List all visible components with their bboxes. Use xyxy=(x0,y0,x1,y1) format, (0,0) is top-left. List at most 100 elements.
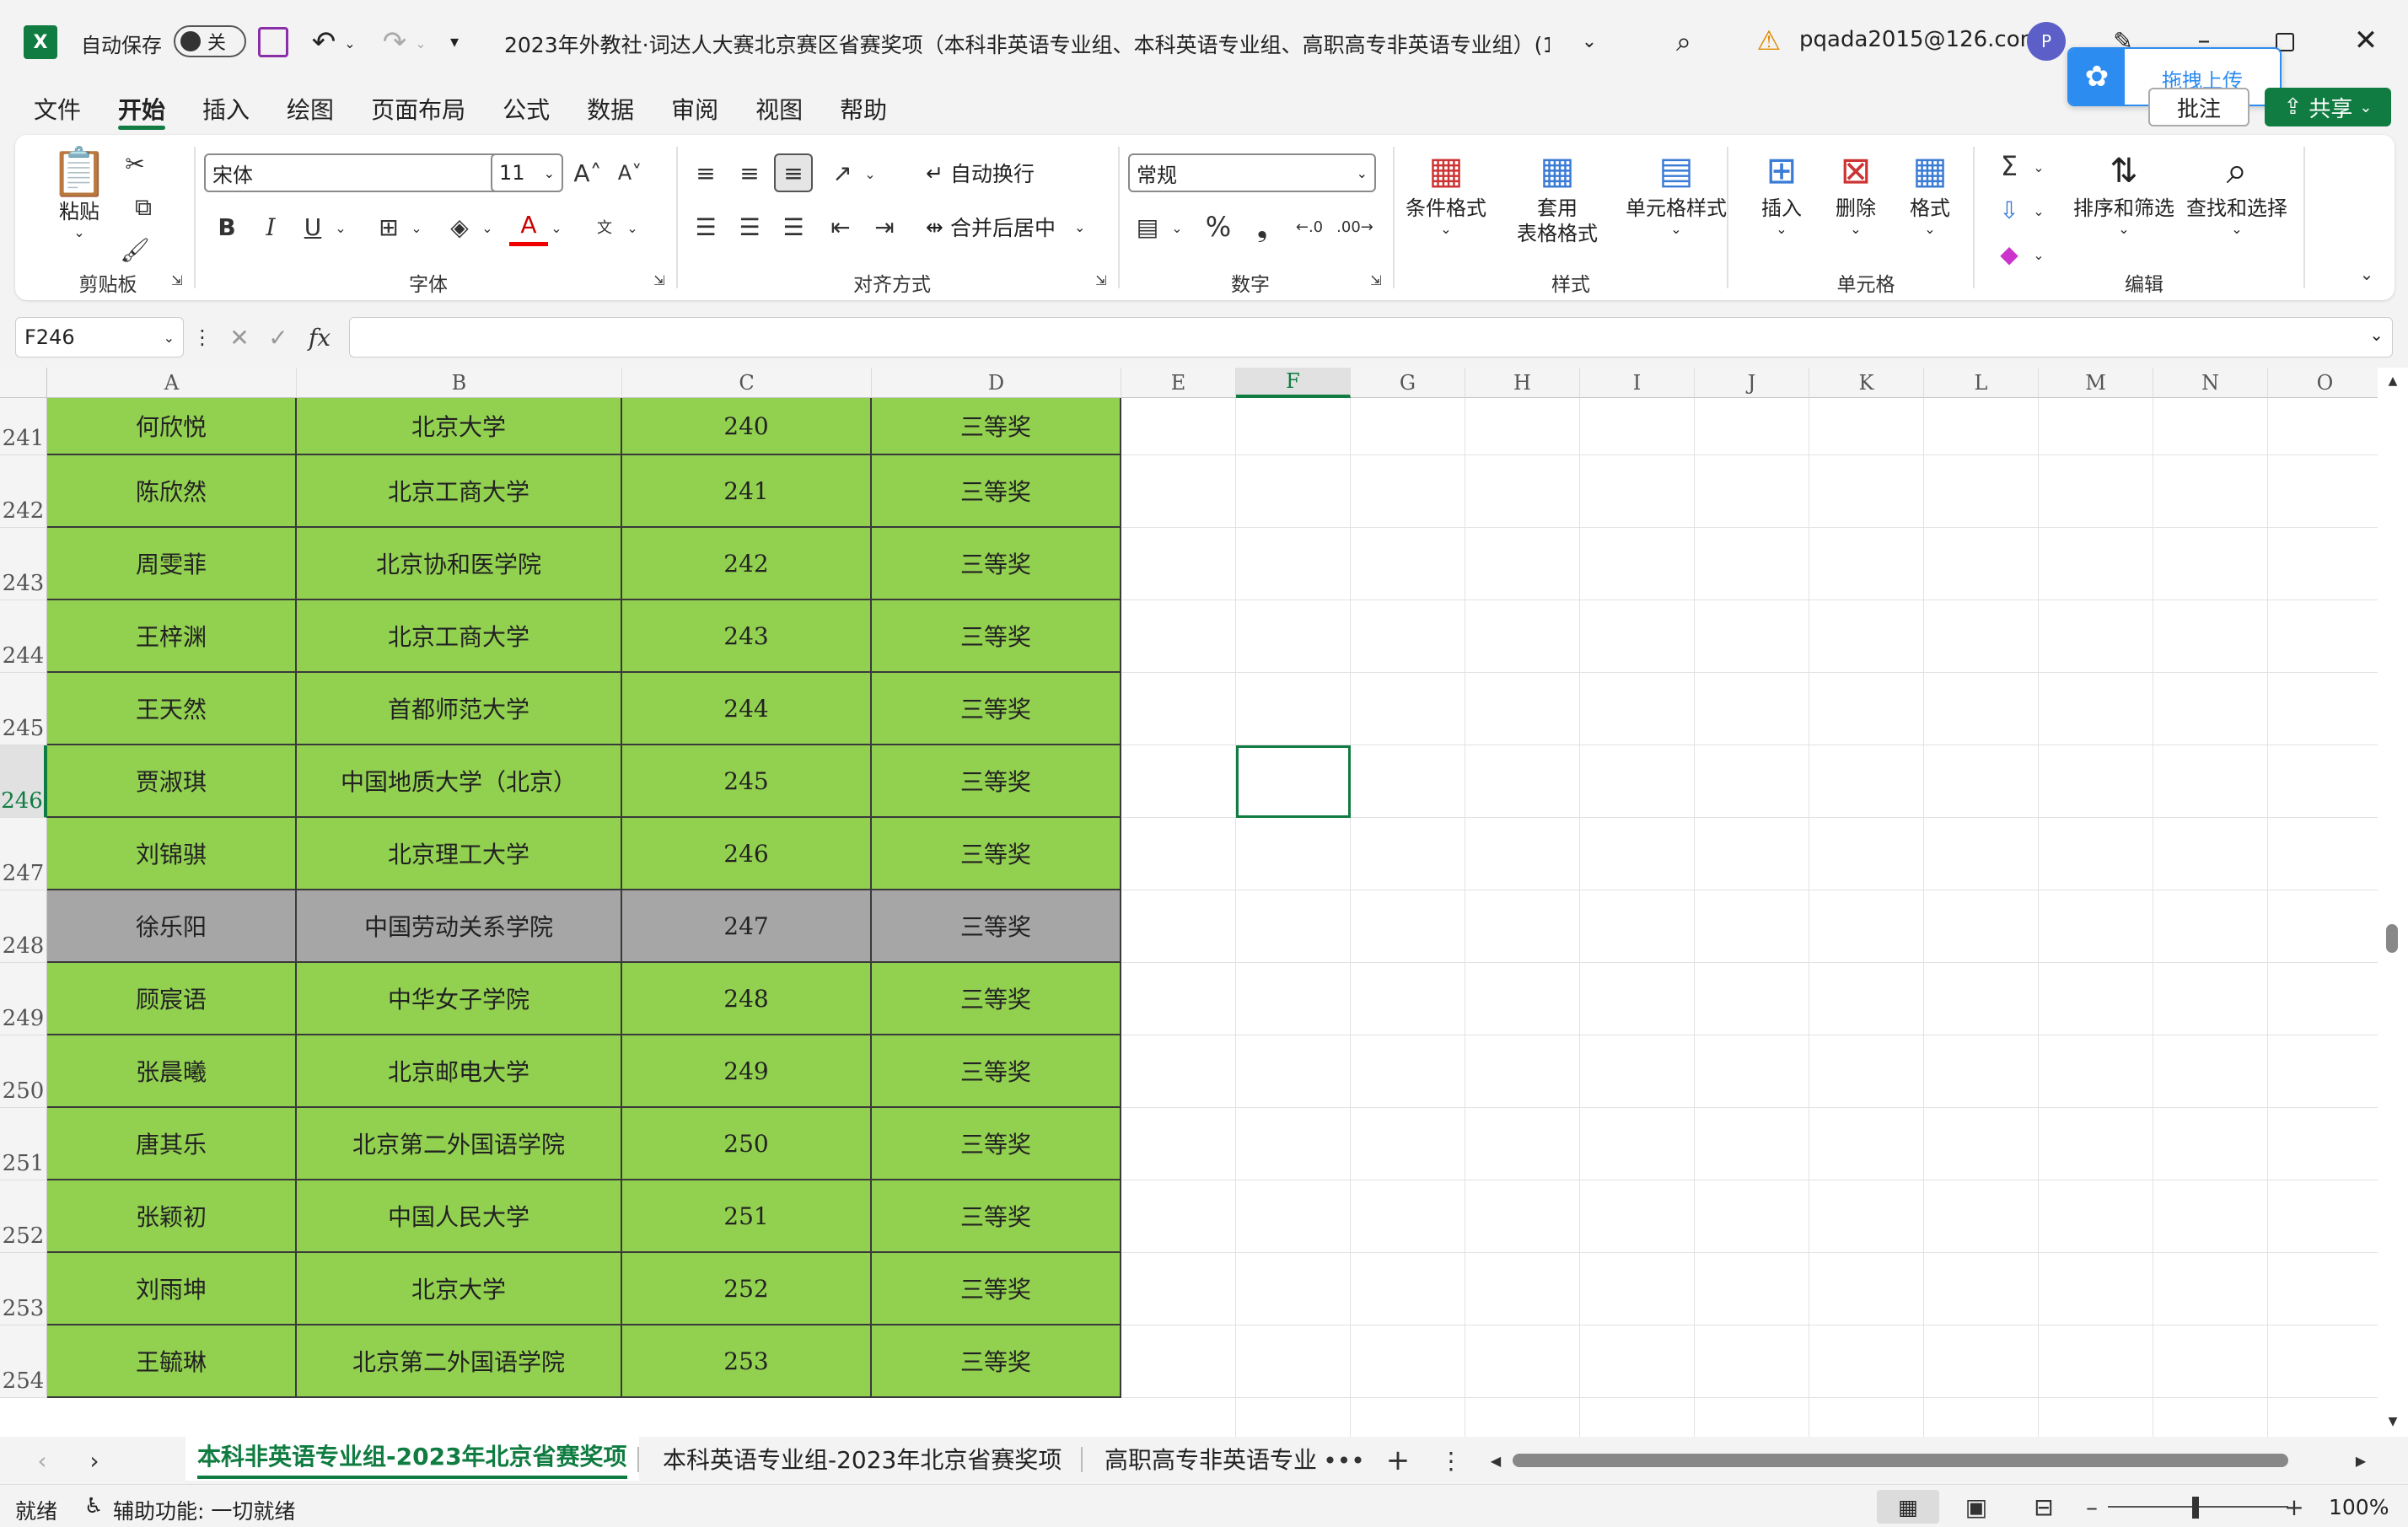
search-icon[interactable]: ⌕ xyxy=(1664,22,1703,61)
redo-icon[interactable]: ↷ xyxy=(376,24,413,61)
sheet-tab-2[interactable]: 本科英语专业组-2023年北京省赛奖项 xyxy=(651,1437,1073,1481)
column-header-o[interactable]: O xyxy=(2268,368,2383,398)
format-painter-icon[interactable]: 🖌 xyxy=(118,233,152,266)
tab-view[interactable]: 视图 xyxy=(737,84,821,133)
title-dropdown-icon[interactable]: ⌄ xyxy=(1575,29,1604,54)
align-right-icon[interactable]: ☰ xyxy=(774,207,813,246)
increase-indent-icon[interactable]: ⇥ xyxy=(865,207,904,246)
table-cell[interactable]: 三等奖 xyxy=(872,818,1121,890)
border-dropdown-icon[interactable]: ⌄ xyxy=(406,212,427,243)
selected-cell[interactable] xyxy=(1236,745,1351,818)
undo-dropdown-icon[interactable]: ⌄ xyxy=(341,30,359,56)
table-cell[interactable]: 徐乐阳 xyxy=(47,890,297,963)
paste-button[interactable]: 📋 粘贴 ⌄ xyxy=(44,147,115,241)
bold-icon[interactable]: B xyxy=(207,207,246,246)
tab-home[interactable]: 开始 xyxy=(99,84,184,133)
clear-dropdown-icon[interactable]: ⌄ xyxy=(2029,239,2049,270)
expand-formula-icon[interactable]: ⌄ xyxy=(2369,325,2384,345)
table-cell[interactable]: 王天然 xyxy=(47,673,297,745)
add-sheet-icon[interactable]: + xyxy=(1379,1442,1416,1479)
insert-cells-button[interactable]: ⊞ 插入 ⌄ xyxy=(1744,147,1819,238)
fill-color-dropdown-icon[interactable]: ⌄ xyxy=(477,212,497,243)
underline-icon[interactable]: U xyxy=(293,207,332,246)
column-header-f[interactable]: F xyxy=(1236,368,1351,398)
table-cell[interactable]: 北京第二外国语学院 xyxy=(297,1108,622,1180)
number-launcher-icon[interactable]: ⇲ xyxy=(1366,270,1386,290)
formula-input[interactable]: ⌄ xyxy=(349,317,2393,358)
table-cell[interactable]: 241 xyxy=(622,455,872,528)
table-cell[interactable]: 245 xyxy=(622,745,872,818)
avatar[interactable]: P xyxy=(2027,22,2066,61)
account-email[interactable]: pqada2015@126.com xyxy=(1799,27,2041,52)
decrease-decimal-icon[interactable]: .00→ xyxy=(1336,207,1374,246)
table-cell[interactable]: 周雯菲 xyxy=(47,528,297,600)
row-header[interactable]: 241 xyxy=(0,398,47,455)
increase-font-icon[interactable]: A˄ xyxy=(568,153,607,192)
decrease-indent-icon[interactable]: ⇤ xyxy=(821,207,860,246)
row-header[interactable]: 245 xyxy=(0,673,47,745)
table-cell[interactable]: 刘锦骐 xyxy=(47,818,297,890)
row-header[interactable]: 250 xyxy=(0,1035,47,1108)
row-header[interactable]: 246 xyxy=(0,745,47,818)
font-size-select[interactable]: 11 ⌄ xyxy=(491,153,563,192)
cell-styles-button[interactable]: ▤ 单元格样式 ⌄ xyxy=(1617,147,1735,238)
vertical-scrollbar[interactable]: ▲ ▼ xyxy=(2378,368,2408,1437)
sort-filter-button[interactable]: ⇅ 排序和筛选 ⌄ xyxy=(2061,147,2187,238)
border-icon[interactable]: ⊞ xyxy=(369,207,408,246)
table-cell[interactable]: 249 xyxy=(622,1035,872,1108)
table-cell[interactable]: 三等奖 xyxy=(872,455,1121,528)
column-header-m[interactable]: M xyxy=(2039,368,2153,398)
column-header-n[interactable]: N xyxy=(2153,368,2268,398)
table-cell[interactable]: 246 xyxy=(622,818,872,890)
next-sheet-icon[interactable]: › xyxy=(78,1444,111,1477)
table-cell[interactable]: 北京工商大学 xyxy=(297,455,622,528)
table-cell[interactable]: 唐其乐 xyxy=(47,1108,297,1180)
column-header-h[interactable]: H xyxy=(1465,368,1580,398)
redo-dropdown-icon[interactable]: ⌄ xyxy=(411,30,430,56)
tab-page-layout[interactable]: 页面布局 xyxy=(352,84,484,133)
table-cell[interactable]: 251 xyxy=(622,1180,872,1253)
align-bottom-icon[interactable]: ≡ xyxy=(774,153,813,192)
table-cell[interactable]: 三等奖 xyxy=(872,745,1121,818)
column-header-l[interactable]: L xyxy=(1924,368,2039,398)
font-name-select[interactable]: 宋体 ⌄ xyxy=(204,153,508,192)
table-cell[interactable]: 首都师范大学 xyxy=(297,673,622,745)
fill-dropdown-icon[interactable]: ⌄ xyxy=(2029,196,2049,226)
align-middle-icon[interactable]: ≡ xyxy=(730,153,769,192)
customize-qat-icon[interactable]: ▾ xyxy=(442,29,467,54)
table-cell[interactable]: 刘雨坤 xyxy=(47,1253,297,1325)
column-header-j[interactable]: J xyxy=(1695,368,1809,398)
tab-file[interactable]: 文件 xyxy=(15,84,99,133)
table-cell[interactable]: 三等奖 xyxy=(872,963,1121,1035)
column-header-i[interactable]: I xyxy=(1580,368,1695,398)
currency-dropdown-icon[interactable]: ⌄ xyxy=(1167,212,1187,243)
table-cell[interactable]: 三等奖 xyxy=(872,1180,1121,1253)
cut-icon[interactable]: ✂ xyxy=(118,147,152,180)
fill-color-icon[interactable]: ◈ xyxy=(440,207,479,246)
align-left-icon[interactable]: ☰ xyxy=(686,207,725,246)
table-cell[interactable]: 北京工商大学 xyxy=(297,600,622,673)
insert-function-icon[interactable]: fx xyxy=(300,320,339,354)
scroll-left-icon[interactable]: ◀ xyxy=(1484,1449,1508,1472)
scroll-up-icon[interactable]: ▲ xyxy=(2383,371,2403,391)
table-cell[interactable]: 244 xyxy=(622,673,872,745)
row-header[interactable]: 248 xyxy=(0,890,47,963)
format-as-table-button[interactable]: ▦ 套用 表格格式 xyxy=(1502,147,1612,246)
row-header[interactable]: 249 xyxy=(0,963,47,1035)
table-cell[interactable]: 中华女子学院 xyxy=(297,963,622,1035)
row-header[interactable]: 244 xyxy=(0,600,47,673)
copy-icon[interactable]: ⧉ xyxy=(118,191,169,224)
italic-icon[interactable]: I xyxy=(251,207,290,246)
autosum-icon[interactable]: Σ xyxy=(1990,147,2029,185)
table-cell[interactable]: 何欣悦 xyxy=(47,398,297,455)
horizontal-scroll-thumb[interactable] xyxy=(1513,1454,2288,1467)
vertical-scroll-thumb[interactable] xyxy=(2386,924,2398,953)
save-icon[interactable] xyxy=(258,27,288,57)
zoom-out-icon[interactable]: – xyxy=(2079,1490,2104,1524)
table-cell[interactable]: 247 xyxy=(622,890,872,963)
column-header-a[interactable]: A xyxy=(47,368,297,398)
row-header[interactable]: 253 xyxy=(0,1253,47,1325)
tab-review[interactable]: 审阅 xyxy=(653,84,737,133)
accessibility-status[interactable]: 辅助功能: 一切就绪 xyxy=(113,1495,295,1525)
table-cell[interactable]: 248 xyxy=(622,963,872,1035)
